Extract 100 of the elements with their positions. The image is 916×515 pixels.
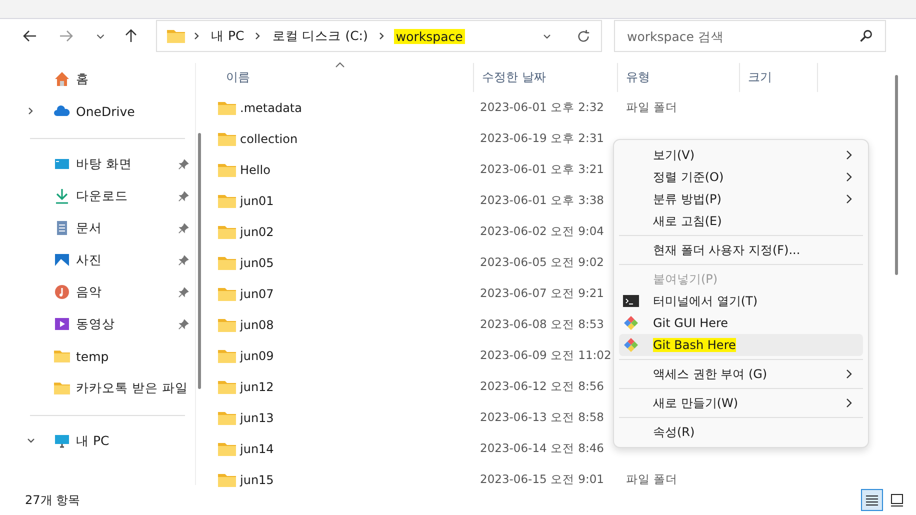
folder-icon [218,380,236,394]
pin-icon[interactable] [178,318,189,330]
column-header[interactable]: 크기 [740,63,818,92]
folder-icon [218,348,236,362]
column-header[interactable]: 이름 [196,63,474,92]
table-cell: 2023-06-09 오전 11:02 [480,348,612,363]
file-name[interactable]: jun12 [240,380,274,394]
folder-icon [218,410,236,424]
table-cell: 파일 폴더 [626,100,678,115]
table-cell: 2023-06-19 오후 2:31 [480,131,604,146]
address-bar[interactable]: 내 PC 로컬 디스크 (C:) workspace [156,20,602,52]
menu-item[interactable]: 현재 폴더 사용자 지정(F)... [619,239,863,261]
menu-item[interactable]: 새로 만들기(W) [619,392,863,414]
column-header[interactable]: 수정한 날짜 [474,63,618,92]
cloud-icon [54,103,70,119]
menu-item[interactable]: Git GUI Here [619,312,863,334]
sidebar-item[interactable]: 문서 [20,212,195,244]
folder-icon [218,318,236,332]
sidebar-item[interactable]: 사진 [20,244,195,276]
breadcrumb[interactable]: 내 PC [209,28,246,44]
table-cell: 2023-06-07 오전 9:21 [480,286,604,301]
back-icon[interactable] [22,28,38,44]
menu-item[interactable]: 액세스 권한 부여 (G) [619,363,863,385]
folder-icon [218,224,236,238]
pin-icon[interactable] [178,222,189,234]
file-name[interactable]: .metadata [240,100,302,114]
download-icon [54,188,70,204]
pin-icon[interactable] [178,286,189,298]
sidebar-item[interactable]: OneDrive [20,95,195,127]
menu-item[interactable]: 보기(V) [619,144,863,166]
folder-icon [218,472,236,486]
details-view-button[interactable] [861,489,883,511]
house-icon [54,71,70,87]
menu-item[interactable]: Git Bash Here [619,334,863,356]
sidebar-item[interactable]: 카카오톡 받은 파일 [20,372,195,404]
item-count: 27개 항목 [25,492,80,508]
column-header[interactable]: 유형 [618,63,740,92]
up-arrow-icon[interactable] [123,28,139,44]
breadcrumb[interactable]: workspace [394,28,465,44]
desktop-icon [54,156,70,172]
folder-icon [218,286,236,300]
terminal-icon [623,295,639,307]
file-name[interactable]: jun09 [240,348,274,362]
menu-item[interactable]: 분류 방법(P) [619,188,863,210]
sidebar-item[interactable]: 다운로드 [20,180,195,212]
file-name[interactable]: jun01 [240,194,274,208]
chevron-right-icon [254,32,262,40]
sidebar-item[interactable]: 홈 [20,63,195,95]
file-name[interactable]: jun13 [240,410,274,424]
search-icon[interactable] [859,29,873,43]
search-field[interactable]: workspace 검색 [614,20,886,52]
folder-icon [218,442,236,456]
refresh-icon[interactable] [576,28,591,44]
pin-icon[interactable] [178,158,189,170]
file-name[interactable]: jun08 [240,318,274,332]
menu-item[interactable]: 터미널에서 열기(T) [619,290,863,312]
table-cell: 2023-06-12 오전 8:56 [480,379,604,394]
table-cell: 2023-06-08 오전 8:53 [480,317,604,332]
pin-icon[interactable] [178,190,189,202]
sidebar-item[interactable]: 음악 [20,276,195,308]
video-icon [54,316,70,332]
chevron-right-icon [845,172,853,182]
menu-item[interactable]: 속성(R) [619,421,863,443]
file-name[interactable]: jun07 [240,286,274,300]
sidebar-item[interactable]: temp [20,340,195,372]
forward-icon[interactable] [58,28,74,44]
file-name[interactable]: jun02 [240,224,274,238]
list-view-icon [865,493,879,507]
folder-icon [218,100,236,114]
table-cell: 2023-06-01 오후 2:32 [480,100,604,115]
file-name[interactable]: jun05 [240,256,274,270]
chevron-right-icon [845,369,853,379]
table-cell: 2023-06-14 오전 8:46 [480,441,604,456]
diamond-icon [623,337,639,353]
pin-icon[interactable] [178,254,189,266]
tile-view-icon [890,493,904,507]
chevron-right-icon [845,194,853,204]
folder-icon [218,256,236,270]
sidebar-item[interactable]: 바탕 화면 [20,148,195,180]
diamond-icon [623,315,639,331]
monitor-icon [54,433,70,449]
folder-icon [54,380,70,396]
sidebar-item[interactable]: 동영상 [20,308,195,340]
folder-icon [167,29,185,43]
menu-item[interactable]: 새로 고침(E) [619,210,863,232]
folder-icon [218,162,236,176]
menu-item[interactable]: 정렬 기준(O) [619,166,863,188]
table-cell: 2023-06-02 오전 9:04 [480,224,604,239]
file-name[interactable]: jun15 [240,472,274,486]
music-note-icon [54,284,70,300]
file-name[interactable]: Hello [240,162,270,176]
breadcrumb[interactable]: 로컬 디스크 (C:) [270,28,370,44]
table-cell: 2023-06-15 오전 9:01 [480,472,604,487]
chevron-right-icon [193,32,201,40]
file-name[interactable]: jun14 [240,442,274,456]
file-name[interactable]: collection [240,132,298,146]
table-cell: 2023-06-13 오전 8:58 [480,410,604,425]
folder-icon [218,132,236,146]
sidebar-item[interactable]: 내 PC [20,425,195,457]
folder-icon [218,194,236,208]
